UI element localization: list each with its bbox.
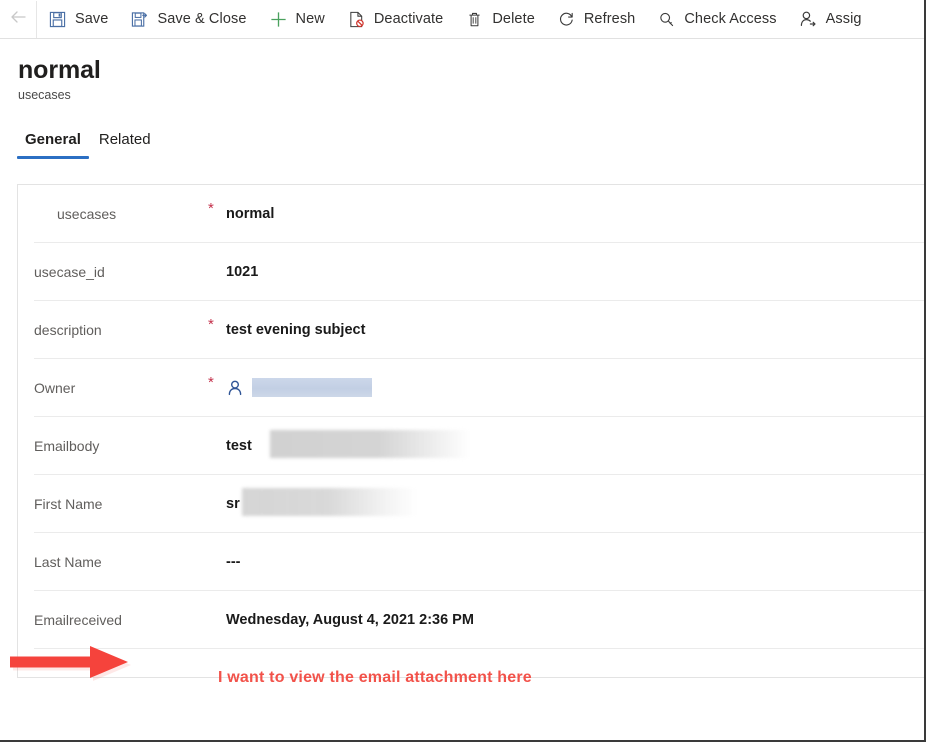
assign-button[interactable]: Assig — [788, 1, 873, 38]
field-value-emailreceived[interactable]: Wednesday, August 4, 2021 2:36 PM — [226, 591, 924, 648]
field-value-usecases[interactable]: normal — [226, 185, 924, 242]
field-value-first-name[interactable]: sr — [226, 475, 924, 532]
field-row-usecases: usecases * normal — [18, 185, 924, 242]
check-access-button-label: Check Access — [684, 11, 777, 27]
field-value-owner[interactable] — [226, 359, 924, 416]
entity-name: usecases — [18, 88, 71, 102]
plus-icon — [269, 10, 288, 29]
field-value-usecase-id[interactable]: 1021 — [226, 243, 924, 300]
tab-general-label: General — [25, 131, 81, 148]
annotation-row: I want to view the email attachment here — [34, 648, 924, 706]
field-label-usecase-id: usecase_id — [34, 263, 105, 280]
new-button-label: New — [295, 11, 325, 27]
assign-user-icon — [799, 10, 818, 29]
field-label-usecases: usecases — [57, 205, 117, 222]
field-label-last-name: Last Name — [34, 553, 102, 570]
field-label-owner: Owner — [34, 379, 76, 396]
form-fields-card: usecases * normal usecase_id 1021 descri… — [17, 184, 924, 686]
page-title: normal — [18, 56, 101, 84]
deactivate-button[interactable]: Deactivate — [336, 1, 455, 38]
field-label-first-name: First Name — [34, 495, 103, 512]
key-icon — [657, 10, 676, 29]
save-icon — [48, 10, 67, 29]
arrow-left-icon — [8, 7, 28, 32]
save-and-close-button-label: Save & Close — [157, 11, 247, 27]
tab-general[interactable]: General — [16, 131, 90, 159]
field-label-emailbody: Emailbody — [34, 437, 100, 454]
field-value-emailbody-text: test — [226, 437, 252, 454]
form-tabs: General Related — [16, 131, 160, 159]
save-button[interactable]: Save — [37, 1, 119, 38]
record-form-window: Save Save & Close New Deactivate Delete … — [0, 0, 926, 742]
deactivate-icon — [347, 10, 366, 29]
field-value-description[interactable]: test evening subject — [226, 301, 924, 358]
deactivate-button-label: Deactivate — [373, 11, 444, 27]
required-asterisk: * — [208, 316, 214, 333]
delete-button[interactable]: Delete — [454, 1, 546, 38]
refresh-button-label: Refresh — [583, 11, 636, 27]
annotation-text: I want to view the email attachment here — [218, 668, 532, 686]
field-row-owner: Owner * — [34, 358, 924, 416]
refresh-button[interactable]: Refresh — [546, 1, 646, 38]
field-row-usecase-id: usecase_id 1021 — [34, 242, 924, 300]
required-asterisk: * — [208, 374, 214, 391]
back-button[interactable] — [0, 1, 36, 38]
field-value-last-name[interactable]: --- — [226, 533, 924, 590]
save-button-label: Save — [75, 11, 109, 27]
required-asterisk: * — [208, 200, 214, 217]
field-label-description: description — [34, 321, 102, 338]
new-button[interactable]: New — [258, 1, 336, 38]
field-row-description: description * test evening subject — [34, 300, 924, 358]
field-row-last-name: Last Name --- — [34, 532, 924, 590]
field-label-emailreceived: Emailreceived — [34, 611, 122, 628]
save-and-close-button[interactable]: Save & Close — [119, 1, 257, 38]
assign-button-label: Assig — [825, 11, 862, 27]
save-and-close-icon — [130, 10, 149, 29]
person-icon — [226, 379, 244, 397]
first-name-value-redaction — [242, 488, 417, 516]
field-value-first-name-text: sr — [226, 495, 240, 512]
command-bar: Save Save & Close New Deactivate Delete … — [0, 0, 924, 39]
refresh-icon — [557, 10, 576, 29]
field-row-emailbody: Emailbody test — [34, 416, 924, 474]
owner-value-redaction — [252, 378, 372, 397]
field-row-emailreceived: Emailreceived Wednesday, August 4, 2021 … — [34, 590, 924, 648]
delete-button-label: Delete — [492, 11, 535, 27]
check-access-button[interactable]: Check Access — [646, 1, 787, 38]
field-value-emailbody[interactable]: test — [226, 417, 924, 474]
field-row-first-name: First Name sr — [34, 474, 924, 532]
tab-related[interactable]: Related — [90, 131, 160, 159]
emailbody-value-redaction — [270, 430, 470, 458]
tab-related-label: Related — [98, 131, 151, 148]
record-header: normal usecases — [18, 55, 101, 103]
trash-icon — [465, 10, 484, 29]
